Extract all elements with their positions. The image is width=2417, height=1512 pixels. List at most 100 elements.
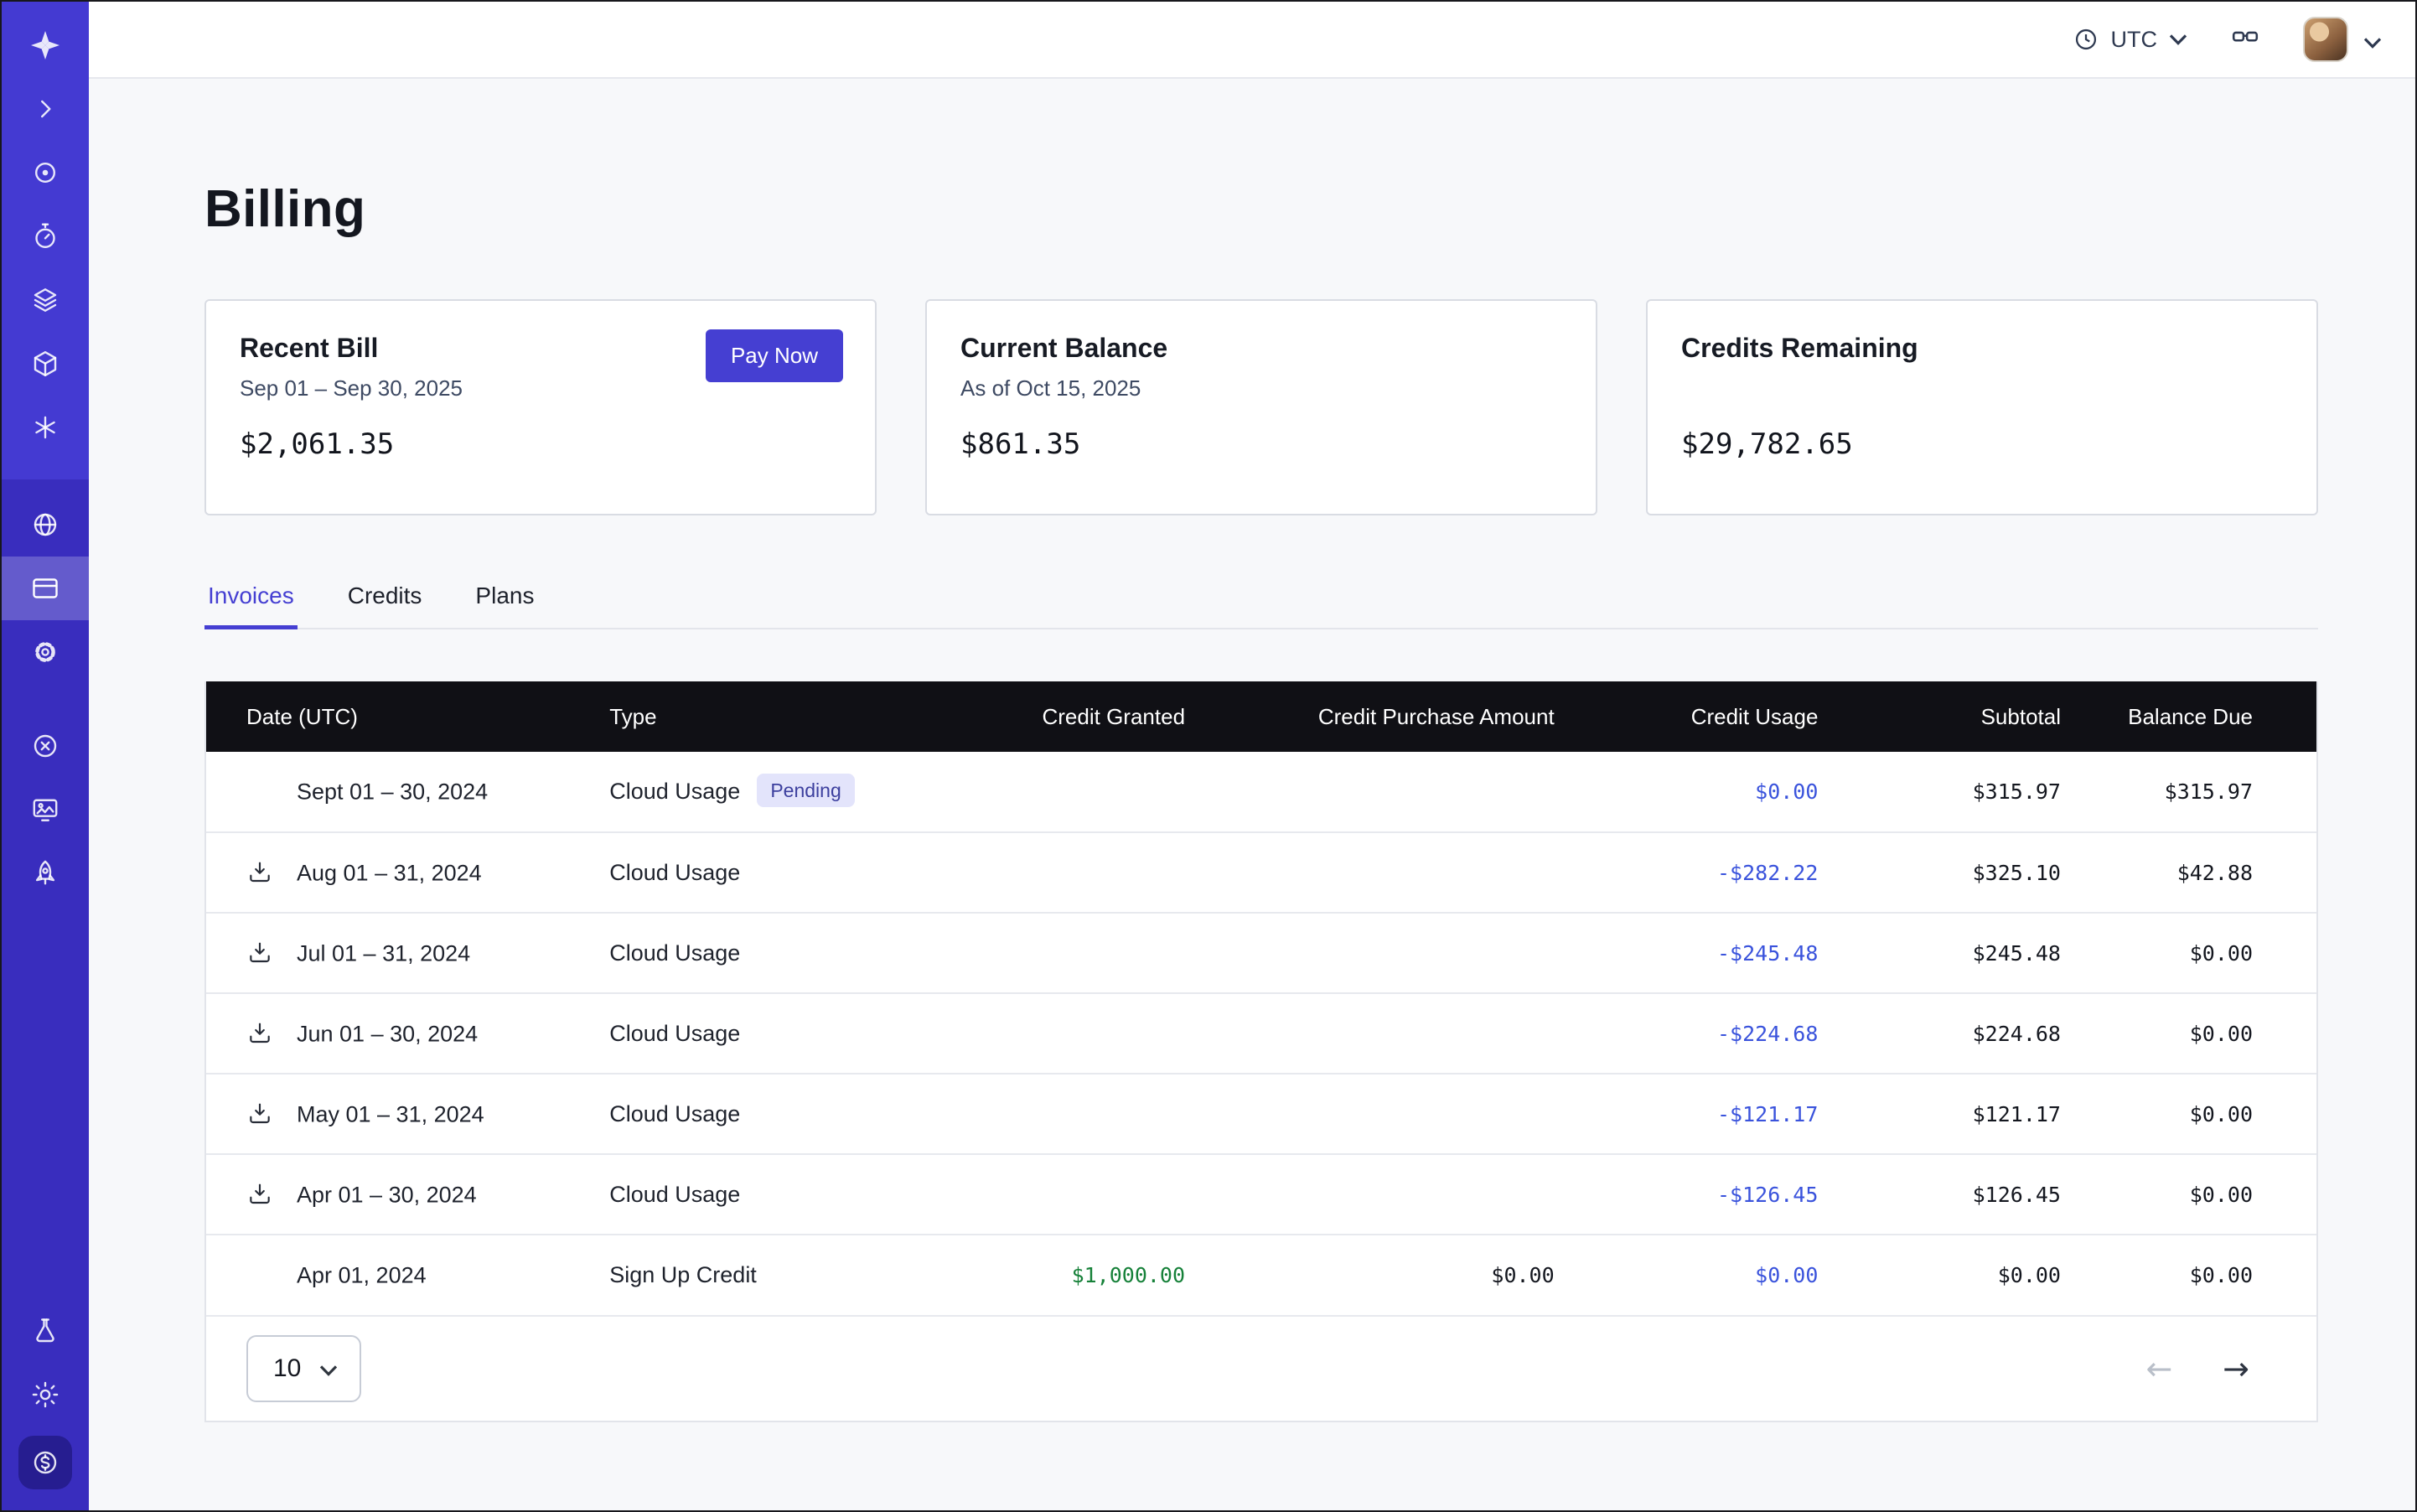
invoice-date: Sept 01 – 30, 2024 (297, 779, 488, 805)
sidebar-item-circle-x[interactable] (2, 714, 89, 778)
sidebar-item-settings[interactable] (2, 620, 89, 684)
invoice-type: Cloud Usage (609, 1021, 740, 1046)
current-balance-card: Current Balance As of Oct 15, 2025 $861.… (925, 299, 1597, 515)
sun-icon (30, 1380, 60, 1410)
subtotal-cell: $245.48 (1841, 913, 2084, 993)
balance-due-cell: $315.97 (2084, 752, 2316, 832)
download-invoice-button[interactable] (246, 1100, 297, 1127)
invoice-date: Jul 01 – 31, 2024 (297, 940, 470, 966)
table-row: Apr 01 – 30, 2024Cloud Usage-$126.45$126… (206, 1154, 2316, 1235)
subtotal-cell: $0.00 (1841, 1235, 2084, 1315)
sidebar-item-flask[interactable] (2, 1299, 89, 1363)
column-header: Date (UTC) (206, 681, 586, 752)
globe-icon (30, 510, 60, 540)
card-title: Current Balance (960, 333, 1562, 364)
main-column: UTC Billing Recent B (89, 2, 2415, 1510)
next-page-button[interactable]: → (2223, 1353, 2249, 1385)
balance-due-cell: $0.00 (2084, 993, 2316, 1074)
sidebar-item-layers[interactable] (2, 268, 89, 332)
credit-purchase-cell: $0.00 (1208, 1235, 1578, 1315)
recent-bill-card: Recent Bill Sep 01 – Sep 30, 2025 $2,061… (204, 299, 877, 515)
timer-icon (30, 221, 60, 251)
subtotal-cell: $315.97 (1841, 752, 2084, 832)
download-invoice-button[interactable] (246, 1181, 297, 1208)
sidebar-item-billing-card[interactable] (2, 557, 89, 620)
date-cell: Jul 01 – 31, 2024 (206, 913, 586, 993)
sidebar-item-package[interactable] (2, 332, 89, 396)
credit-purchase-cell (1208, 752, 1578, 832)
credit-usage-cell: -$126.45 (1578, 1154, 1842, 1235)
tab-invoices[interactable]: Invoices (204, 583, 298, 628)
download-invoice-button[interactable] (246, 859, 297, 886)
credit-purchase-cell (1208, 993, 1578, 1074)
sidebar-item-timer[interactable] (2, 205, 89, 268)
invoice-type: Sign Up Credit (609, 1262, 757, 1287)
table-row: Jul 01 – 31, 2024Cloud Usage-$245.48$245… (206, 913, 2316, 993)
credit-usage-cell: $0.00 (1578, 752, 1842, 832)
balance-due-cell: $0.00 (2084, 913, 2316, 993)
invoice-date: Jun 01 – 30, 2024 (297, 1021, 478, 1046)
sidebar-item-monitor[interactable] (2, 778, 89, 841)
download-invoice-button[interactable] (246, 1020, 297, 1047)
compass-logo-icon (28, 28, 62, 62)
glasses-icon (2228, 21, 2263, 58)
topbar: UTC (89, 2, 2415, 79)
credit-purchase-cell (1208, 913, 1578, 993)
timezone-selector[interactable]: UTC (2073, 26, 2188, 53)
billing-card-icon (30, 573, 60, 603)
credit-granted-cell (903, 752, 1208, 832)
clock-icon (2073, 26, 2099, 53)
page-size-select[interactable]: 10 (246, 1335, 361, 1402)
billing-page: UTC Billing Recent B (0, 0, 2417, 1512)
column-header: Credit Usage (1578, 681, 1842, 752)
credit-granted-cell (903, 832, 1208, 913)
sidebar-spacer (2, 905, 89, 1299)
credit-granted-cell (903, 1154, 1208, 1235)
content-area: Billing Recent Bill Sep 01 – Sep 30, 202… (89, 79, 2415, 1510)
rocket-icon (30, 858, 60, 888)
sidebar-item-globe[interactable] (2, 493, 89, 557)
column-header: Credit Purchase Amount (1208, 681, 1578, 752)
credit-purchase-cell (1208, 832, 1578, 913)
sidebar-item-target[interactable] (2, 141, 89, 205)
date-cell: Jun 01 – 30, 2024 (206, 993, 586, 1074)
sidebar-item-asterisk[interactable] (2, 396, 89, 459)
subtotal-cell: $121.17 (1841, 1074, 2084, 1154)
glasses-button[interactable] (2228, 21, 2263, 58)
chevron-right-icon (30, 94, 60, 124)
sidebar-item-chevron-right[interactable] (2, 77, 89, 141)
invoices-table: Date (UTC)TypeCredit GrantedCredit Purch… (204, 681, 2318, 1422)
invoice-type: Cloud Usage (609, 940, 740, 966)
column-header: Type (586, 681, 903, 752)
chevron-down-icon (2169, 34, 2187, 45)
invoice-type: Cloud Usage (609, 779, 740, 804)
balance-due-cell: $42.88 (2084, 832, 2316, 913)
credits-remaining-card: Credits Remaining $29,782.65 (1646, 299, 2318, 515)
invoice-date: May 01 – 31, 2024 (297, 1101, 484, 1126)
type-cell: Cloud Usage (586, 913, 903, 993)
card-title: Credits Remaining (1681, 333, 2283, 364)
table-row: Aug 01 – 31, 2024Cloud Usage-$282.22$325… (206, 832, 2316, 913)
column-header: Balance Due (2084, 681, 2316, 752)
asterisk-icon (30, 412, 60, 443)
sidebar-item-rocket[interactable] (2, 841, 89, 905)
sidebar-bottom-group (2, 1299, 89, 1510)
sidebar-item-compass-logo[interactable] (2, 13, 89, 77)
credit-usage-cell: -$282.22 (1578, 832, 1842, 913)
type-cell: Cloud UsagePending (586, 752, 903, 832)
sidebar-lower-group (2, 684, 89, 905)
sidebar-item-coin[interactable] (2, 1427, 89, 1490)
download-invoice-button[interactable] (246, 940, 297, 966)
credit-usage-cell: $0.00 (1578, 1235, 1842, 1315)
pay-now-button[interactable]: Pay Now (706, 329, 843, 382)
tab-credits[interactable]: Credits (344, 583, 426, 628)
sidebar-item-sun[interactable] (2, 1363, 89, 1427)
account-menu[interactable] (2303, 17, 2382, 62)
type-cell: Sign Up Credit (586, 1235, 903, 1315)
balance-due-cell: $0.00 (2084, 1154, 2316, 1235)
card-subtitle: As of Oct 15, 2025 (960, 375, 1562, 402)
tab-plans[interactable]: Plans (472, 583, 537, 628)
column-header: Subtotal (1841, 681, 2084, 752)
prev-page-button[interactable]: ← (2145, 1353, 2172, 1385)
column-header: Credit Granted (903, 681, 1208, 752)
